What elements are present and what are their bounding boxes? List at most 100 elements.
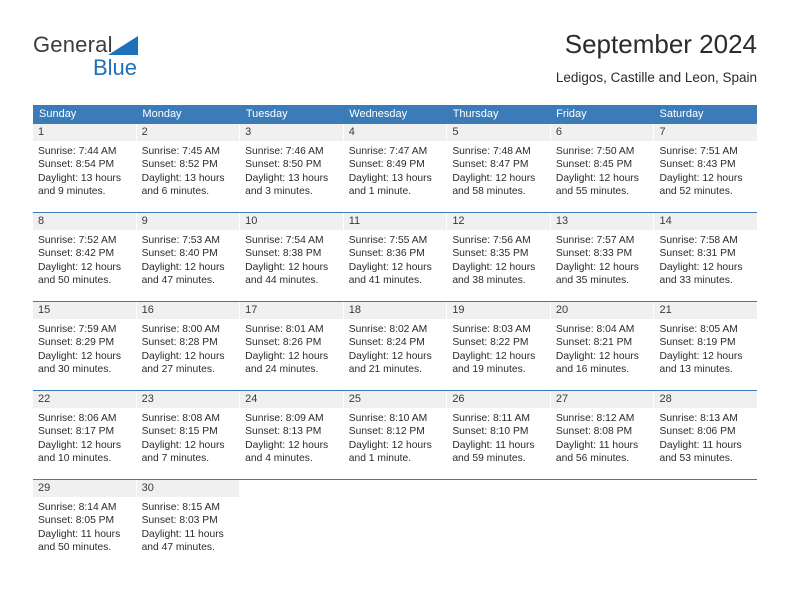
day-sun-info: Sunrise: 7:48 AM Sunset: 8:47 PM Daylight:…: [447, 141, 550, 204]
day-sun-info: Sunrise: 7:57 AM Sunset: 8:33 PM Daylight:…: [551, 230, 654, 293]
day-number: [240, 480, 343, 497]
calendar-day-cell[interactable]: 27 Sunrise: 8:12 AM Sunset: 8:08 PM Dayligh…: [550, 391, 654, 479]
sunrise-text: Sunrise: 7:55 AM: [348, 235, 428, 246]
sunset-text: Sunset: 8:15 PM: [141, 426, 218, 438]
calendar-day-cell[interactable]: 13 Sunrise: 7:57 AM Sunset: 8:33 PM Dayligh…: [550, 213, 654, 301]
calendar-day-cell[interactable]: 15 Sunrise: 7:59 AM Sunset: 8:29 PM Dayligh…: [33, 302, 136, 390]
brand-name-blue: Blue: [93, 55, 138, 80]
calendar-day-cell[interactable]: 12 Sunrise: 7:56 AM Sunset: 8:35 PM Dayligh…: [447, 213, 550, 301]
daylight-text-line1: Daylight: 12 hours: [555, 172, 639, 184]
calendar-day-cell[interactable]: 28 Sunrise: 8:13 AM Sunset: 8:06 PM Dayligh…: [654, 391, 758, 479]
calendar-day-cell-empty: [240, 480, 343, 566]
sunset-text: Sunset: 8:19 PM: [659, 337, 736, 349]
daylight-text-line2: and 50 minutes.: [38, 274, 112, 286]
calendar-day-cell[interactable]: 16 Sunrise: 8:00 AM Sunset: 8:28 PM Dayligh…: [136, 302, 240, 390]
calendar-week-row: 1 Sunrise: 7:44 AM Sunset: 8:54 PM Daylight…: [33, 124, 758, 212]
sunrise-text: Sunrise: 8:13 AM: [659, 413, 738, 424]
calendar-day-cell[interactable]: 24 Sunrise: 8:09 AM Sunset: 8:13 PM Dayligh…: [240, 391, 343, 479]
calendar-day-cell[interactable]: 25 Sunrise: 8:10 AM Sunset: 8:12 PM Dayligh…: [343, 391, 447, 479]
daylight-text-line1: Daylight: 12 hours: [245, 439, 329, 451]
calendar-day-cell[interactable]: 10 Sunrise: 7:54 AM Sunset: 8:38 PM Dayligh…: [240, 213, 343, 301]
calendar-day-cell[interactable]: 7 Sunrise: 7:51 AM Sunset: 8:43 PM Daylight…: [654, 124, 758, 212]
calendar-day-cell[interactable]: 23 Sunrise: 8:08 AM Sunset: 8:15 PM Dayligh…: [136, 391, 240, 479]
day-number: 26: [447, 391, 550, 408]
sunset-text: Sunset: 8:08 PM: [555, 426, 633, 438]
sunrise-text: Sunrise: 7:57 AM: [555, 235, 635, 246]
daylight-text-line1: Daylight: 11 hours: [141, 528, 224, 540]
sunset-text: Sunset: 8:10 PM: [452, 426, 529, 438]
day-sun-info: Sunrise: 7:50 AM Sunset: 8:45 PM Daylight:…: [551, 141, 654, 204]
calendar-weeks: 1 Sunrise: 7:44 AM Sunset: 8:54 PM Daylight…: [33, 124, 758, 566]
daylight-text-line2: and 13 minutes.: [659, 363, 733, 375]
day-number: 12: [447, 213, 550, 230]
sunset-text: Sunset: 8:05 PM: [38, 515, 115, 527]
daylight-text-line1: Daylight: 11 hours: [452, 439, 535, 451]
calendar-day-cell[interactable]: 30 Sunrise: 8:15 AM Sunset: 8:03 PM Dayligh…: [136, 480, 240, 566]
sunrise-text: Sunrise: 7:54 AM: [245, 235, 324, 246]
calendar-day-cell[interactable]: 11 Sunrise: 7:55 AM Sunset: 8:36 PM Dayligh…: [343, 213, 447, 301]
calendar-day-cell[interactable]: 29 Sunrise: 8:14 AM Sunset: 8:05 PM Dayligh…: [33, 480, 136, 566]
calendar-day-cell[interactable]: 20 Sunrise: 8:04 AM Sunset: 8:21 PM Dayligh…: [550, 302, 654, 390]
day-sun-info: Sunrise: 7:45 AM Sunset: 8:52 PM Daylight:…: [137, 141, 240, 204]
calendar-day-cell[interactable]: 5 Sunrise: 7:48 AM Sunset: 8:47 PM Daylight…: [447, 124, 550, 212]
sunset-text: Sunset: 8:12 PM: [348, 426, 425, 438]
weekday-monday: Monday: [142, 108, 182, 120]
calendar-day-cell[interactable]: 19 Sunrise: 8:03 AM Sunset: 8:22 PM Dayligh…: [447, 302, 550, 390]
daylight-text-line2: and 59 minutes.: [452, 452, 526, 464]
sunrise-text: Sunrise: 8:08 AM: [141, 413, 220, 424]
calendar-day-cell[interactable]: 3 Sunrise: 7:46 AM Sunset: 8:50 PM Daylight…: [240, 124, 343, 212]
calendar-day-cell[interactable]: 22 Sunrise: 8:06 AM Sunset: 8:17 PM Dayligh…: [33, 391, 136, 479]
daylight-text-line2: and 44 minutes.: [245, 274, 319, 286]
day-number: 4: [343, 124, 447, 141]
day-number: 10: [240, 213, 343, 230]
calendar-day-cell[interactable]: 26 Sunrise: 8:11 AM Sunset: 8:10 PM Dayligh…: [447, 391, 550, 479]
daylight-text-line2: and 41 minutes.: [348, 274, 423, 286]
daylight-text-line1: Daylight: 12 hours: [555, 350, 639, 362]
daylight-text-line1: Daylight: 13 hours: [141, 172, 225, 184]
brand-triangle-icon: [108, 36, 138, 55]
sunset-text: Sunset: 8:49 PM: [348, 159, 425, 171]
daylight-text-line1: Daylight: 11 hours: [659, 439, 742, 451]
calendar-day-cell[interactable]: 1 Sunrise: 7:44 AM Sunset: 8:54 PM Daylight…: [33, 124, 136, 212]
daylight-text-line2: and 19 minutes.: [452, 363, 526, 375]
day-sun-info: Sunrise: 8:09 AM Sunset: 8:13 PM Daylight:…: [240, 408, 343, 471]
calendar-day-cell[interactable]: 14 Sunrise: 7:58 AM Sunset: 8:31 PM Dayligh…: [654, 213, 758, 301]
calendar-day-cell[interactable]: 6 Sunrise: 7:50 AM Sunset: 8:45 PM Daylight…: [550, 124, 654, 212]
calendar-day-cell-empty: [343, 480, 447, 566]
day-number: 23: [136, 391, 240, 408]
sunset-text: Sunset: 8:21 PM: [555, 337, 633, 349]
day-number: [550, 480, 654, 497]
sunset-text: Sunset: 8:13 PM: [245, 426, 322, 438]
day-sun-info: Sunrise: 8:01 AM Sunset: 8:26 PM Daylight:…: [240, 319, 343, 382]
daylight-text-line1: Daylight: 12 hours: [141, 261, 225, 273]
weekday-sunday: Sunday: [39, 108, 77, 120]
sunrise-text: Sunrise: 8:03 AM: [452, 324, 531, 335]
day-sun-info: Sunrise: 7:44 AM Sunset: 8:54 PM Daylight:…: [33, 141, 136, 204]
calendar-day-cell[interactable]: 18 Sunrise: 8:02 AM Sunset: 8:24 PM Dayligh…: [343, 302, 447, 390]
weekday-thursday: Thursday: [452, 108, 499, 120]
calendar-day-cell[interactable]: 21 Sunrise: 8:05 AM Sunset: 8:19 PM Dayligh…: [654, 302, 758, 390]
sunrise-text: Sunrise: 7:46 AM: [245, 146, 324, 157]
sunset-text: Sunset: 8:45 PM: [555, 159, 633, 171]
weekday-friday: Friday: [556, 108, 587, 120]
sunrise-text: Sunrise: 7:59 AM: [38, 324, 117, 335]
calendar-day-cell[interactable]: 17 Sunrise: 8:01 AM Sunset: 8:26 PM Dayligh…: [240, 302, 343, 390]
day-sun-info: Sunrise: 8:08 AM Sunset: 8:15 PM Daylight:…: [137, 408, 240, 471]
daylight-text-line1: Daylight: 13 hours: [38, 172, 121, 184]
day-number: 6: [550, 124, 654, 141]
calendar-day-cell[interactable]: 8 Sunrise: 7:52 AM Sunset: 8:42 PM Daylight…: [33, 213, 136, 301]
sunrise-text: Sunrise: 8:11 AM: [452, 413, 530, 424]
daylight-text-line1: Daylight: 13 hours: [245, 172, 329, 184]
brand-logo[interactable]: General Blue: [33, 32, 203, 88]
day-number: 19: [447, 302, 550, 319]
calendar-day-cell[interactable]: 2 Sunrise: 7:45 AM Sunset: 8:52 PM Daylight…: [136, 124, 240, 212]
sunrise-text: Sunrise: 7:52 AM: [38, 235, 117, 246]
calendar-grid: Sunday Monday Tuesday Wednesday Thursday…: [33, 105, 758, 566]
daylight-text-line1: Daylight: 11 hours: [555, 439, 639, 451]
sunrise-text: Sunrise: 8:15 AM: [141, 502, 220, 513]
day-sun-info: Sunrise: 8:05 AM Sunset: 8:19 PM Daylight:…: [654, 319, 757, 382]
calendar-day-cell[interactable]: 9 Sunrise: 7:53 AM Sunset: 8:40 PM Daylight…: [136, 213, 240, 301]
daylight-text-line1: Daylight: 12 hours: [659, 350, 743, 362]
day-sun-info: [551, 497, 654, 507]
calendar-day-cell[interactable]: 4 Sunrise: 7:47 AM Sunset: 8:49 PM Daylight…: [343, 124, 447, 212]
